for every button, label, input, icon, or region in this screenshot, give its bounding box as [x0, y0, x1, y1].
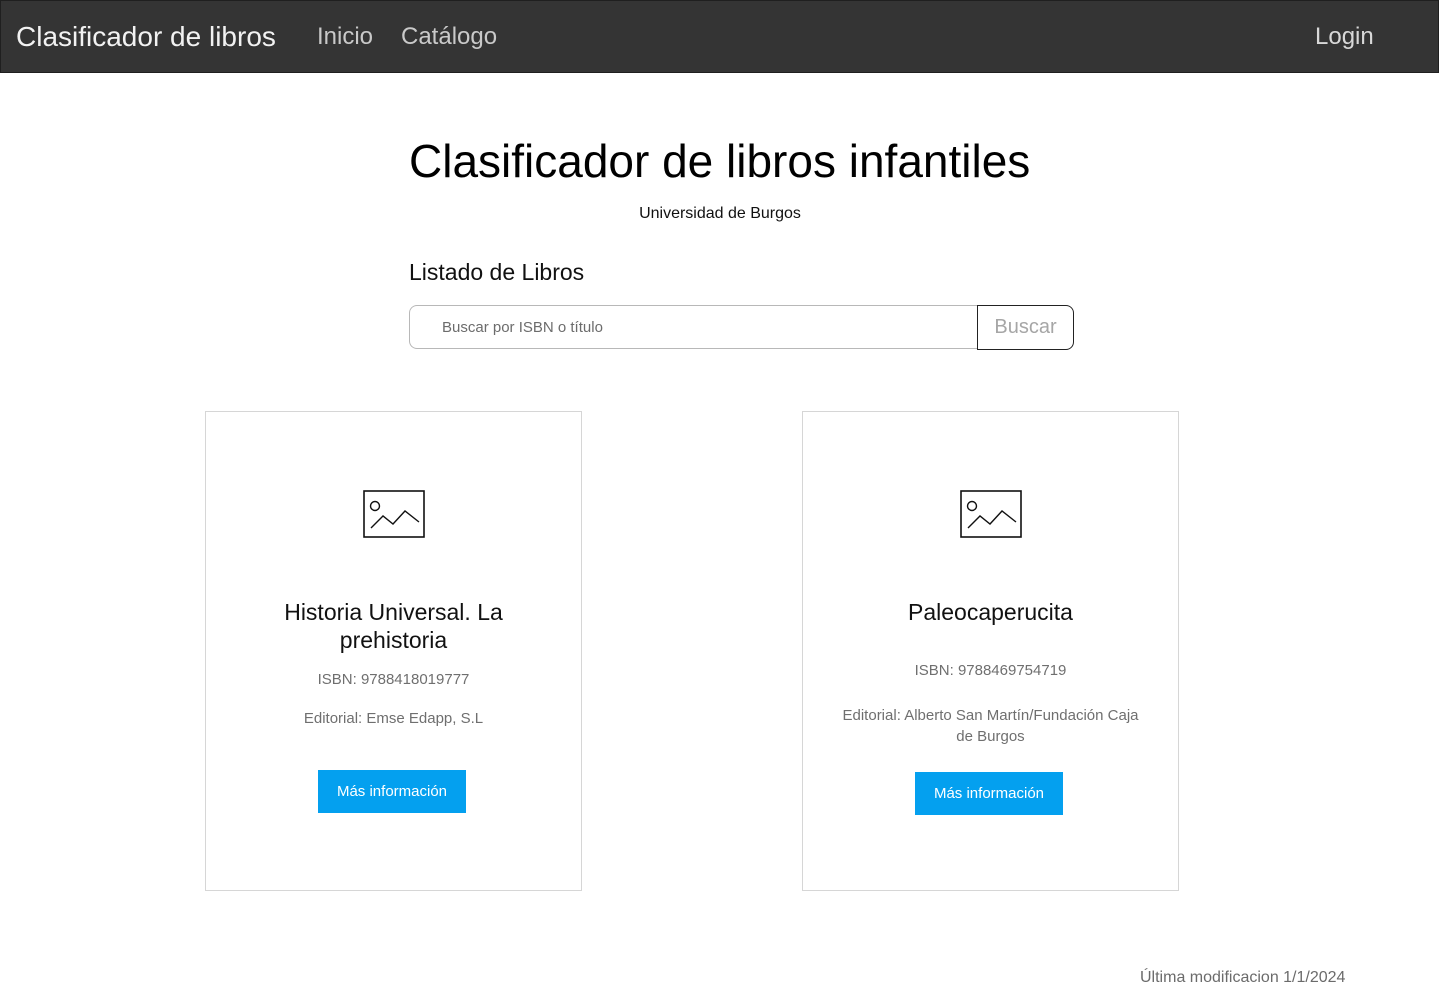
book-isbn: ISBN: 9788418019777 — [317, 671, 470, 688]
more-info-button[interactable]: Más información — [318, 770, 466, 813]
book-isbn: ISBN: 9788469754719 — [914, 662, 1067, 679]
image-placeholder-icon — [960, 490, 1022, 538]
navbar-brand[interactable]: Clasificador de libros — [16, 20, 276, 54]
book-card: Historia Universal. La prehistoria ISBN:… — [205, 411, 582, 891]
image-placeholder-icon — [363, 490, 425, 538]
page-title: Clasificador de libros infantiles — [409, 135, 1031, 187]
top-navbar: Clasificador de libros Inicio Catálogo L… — [0, 0, 1439, 73]
search-button[interactable]: Buscar — [977, 305, 1074, 350]
login-link[interactable]: Login — [1315, 21, 1374, 53]
book-editorial: Editorial: Alberto San Martín/Fundación … — [842, 707, 1139, 745]
section-title: Listado de Libros — [409, 259, 585, 285]
page-subtitle: Universidad de Burgos — [639, 205, 801, 222]
nav-link-inicio[interactable]: Inicio — [317, 21, 373, 53]
book-card: Paleocaperucita ISBN: 9788469754719 Edit… — [802, 411, 1179, 891]
nav-link-catalogo[interactable]: Catálogo — [401, 21, 497, 53]
search-input[interactable] — [409, 305, 977, 349]
book-editorial: Editorial: Emse Edapp, S.L — [303, 710, 484, 727]
book-title: Paleocaperucita — [908, 599, 1073, 625]
more-info-button[interactable]: Más información — [915, 772, 1063, 815]
last-modified-text: Última modificacion 1/1/2024 — [1140, 969, 1346, 986]
book-title: Historia Universal. La prehistoria — [284, 599, 503, 653]
